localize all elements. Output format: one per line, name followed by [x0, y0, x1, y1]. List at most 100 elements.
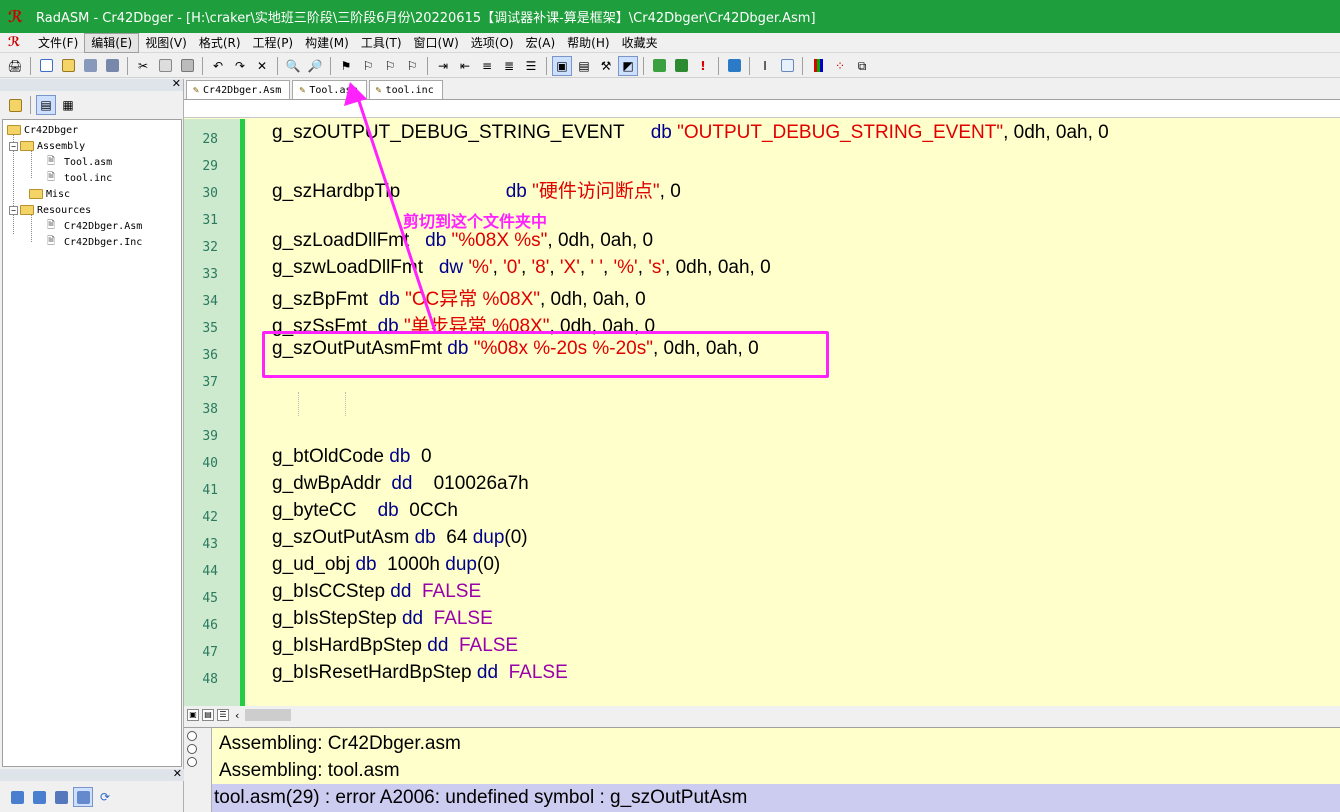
new-file-icon[interactable]: [36, 56, 56, 76]
code-line[interactable]: g_bIsResetHardBpStep dd FALSE: [272, 662, 568, 684]
color-bars-icon[interactable]: [808, 56, 828, 76]
code-line[interactable]: g_szLoadDllFmt db "%08X %s", 0dh, 0ah, 0: [272, 230, 653, 252]
output-error-row[interactable]: tool.asm(29) : error A2006: undefined sy…: [212, 784, 1340, 812]
outdent-icon[interactable]: ⇤: [455, 56, 475, 76]
tree-file[interactable]: 🗎 Cr42Dbger.Inc: [47, 234, 142, 250]
line-number: 41: [202, 483, 218, 498]
code-line[interactable]: g_szOutPutAsm db 64 dup(0): [272, 527, 528, 549]
menu-project[interactable]: 工程(P): [247, 34, 300, 52]
menu-view[interactable]: 视图(V): [139, 34, 193, 52]
convert-icon[interactable]: ☰: [521, 56, 541, 76]
tree-folder-assembly[interactable]: − Assembly: [9, 138, 85, 154]
open-folder-icon[interactable]: [5, 95, 25, 115]
bookmark-clear-icon[interactable]: ⚐: [402, 56, 422, 76]
redo-icon[interactable]: ↷: [230, 56, 250, 76]
output-view-icon[interactable]: ◩: [618, 55, 638, 76]
tab-cr42dbger-asm[interactable]: ✎ Cr42Dbger.Asm: [186, 80, 291, 99]
output-radio-3[interactable]: [187, 757, 197, 767]
project-tree-icon[interactable]: ▦: [58, 95, 78, 115]
bookmark-prev-icon[interactable]: ⚐: [380, 56, 400, 76]
code-line[interactable]: g_dwBpAddr dd 010026a7h: [272, 473, 529, 495]
code-line[interactable]: g_szwLoadDllFmt dw '%', '0', '8', 'X', '…: [272, 257, 771, 279]
build-icon[interactable]: [671, 56, 691, 76]
close-icon[interactable]: ✕: [172, 77, 181, 90]
open-file-icon[interactable]: [58, 56, 78, 76]
paste-icon[interactable]: [177, 56, 197, 76]
tree-file[interactable]: 🗎 tool.inc: [47, 170, 112, 186]
code-line[interactable]: g_bIsStepStep dd FALSE: [272, 608, 493, 630]
comment-icon[interactable]: ≡: [477, 56, 497, 76]
go-icon[interactable]: [724, 56, 744, 76]
code-line[interactable]: g_bIsCCStep dd FALSE: [272, 581, 481, 603]
code-line[interactable]: g_byteCC db 0CCh: [272, 500, 458, 522]
tree-folder-misc[interactable]: Misc: [29, 186, 70, 202]
code-line[interactable]: g_szBpFmt db "CC异常 %08X", 0dh, 0ah, 0: [272, 284, 646, 311]
tree-file[interactable]: 🗎 Tool.asm: [47, 154, 112, 170]
undo-icon[interactable]: ↶: [208, 56, 228, 76]
menu-window[interactable]: 窗口(W): [408, 34, 465, 52]
refresh-icon[interactable]: ⟳: [95, 787, 115, 807]
tree-root[interactable]: Cr42Dbger: [7, 122, 78, 138]
properties-icon[interactable]: [7, 787, 27, 807]
collapse-icon[interactable]: −: [9, 141, 18, 151]
menu-macro[interactable]: 宏(A): [520, 34, 562, 52]
save-icon[interactable]: [80, 56, 100, 76]
code-editor[interactable]: g_szOUTPUT_DEBUG_STRING_EVENT db "OUTPUT…: [184, 99, 1340, 706]
tab-tool-asm[interactable]: ✎ Tool.asm: [292, 80, 367, 99]
save-all-icon[interactable]: [102, 56, 122, 76]
find-next-icon[interactable]: 🔎: [305, 56, 325, 76]
output-icon[interactable]: [29, 787, 49, 807]
menu-format[interactable]: 格式(R): [193, 34, 247, 52]
tools-icon[interactable]: ⚒: [596, 56, 616, 76]
tree-folder-resources[interactable]: − Resources: [9, 202, 91, 218]
tree-file[interactable]: 🗎 Cr42Dbger.Asm: [47, 218, 142, 234]
copy-icon[interactable]: [155, 56, 175, 76]
delete-icon[interactable]: ✕: [252, 56, 272, 76]
debug-icon[interactable]: [51, 787, 71, 807]
dialog-icon[interactable]: ⧉: [852, 56, 872, 76]
collapse-icon[interactable]: −: [9, 205, 18, 215]
output-radio-2[interactable]: [187, 744, 197, 754]
symbol-name: g_byteCC: [272, 500, 378, 521]
code-line[interactable]: g_btOldCode db 0: [272, 446, 432, 468]
bookmark-next-icon[interactable]: ⚐: [358, 56, 378, 76]
print-icon[interactable]: 🖨: [5, 56, 25, 76]
menu-options[interactable]: 选项(O): [465, 34, 520, 52]
assemble-icon[interactable]: [649, 56, 669, 76]
indent-icon[interactable]: ⇥: [433, 56, 453, 76]
horizontal-scrollbar-thumb[interactable]: [245, 709, 292, 721]
code-line[interactable]: g_bIsHardBpStep dd FALSE: [272, 635, 518, 657]
split-view-icon[interactable]: ▤: [202, 709, 214, 721]
color-dots-icon[interactable]: ⁘: [830, 56, 850, 76]
bookmark-toggle-icon[interactable]: ⚑: [336, 56, 356, 76]
menu-tools[interactable]: 工具(T): [355, 34, 408, 52]
window-icon[interactable]: [73, 787, 93, 807]
cut-icon[interactable]: ✂: [133, 56, 153, 76]
output-radio-1[interactable]: [187, 731, 197, 741]
code-line[interactable]: g_szHardbpTip db "硬件访问断点", 0: [272, 176, 681, 203]
uncomment-icon[interactable]: ≣: [499, 56, 519, 76]
notepad-icon[interactable]: [777, 56, 797, 76]
list-view-icon[interactable]: ☰: [217, 709, 229, 721]
project-view-icon[interactable]: ▣: [552, 55, 572, 76]
close-icon[interactable]: ✕: [173, 767, 182, 780]
tab-tool-inc[interactable]: ✎ tool.inc: [368, 80, 443, 99]
menu-help[interactable]: 帮助(H): [561, 34, 615, 52]
scroll-left-icon[interactable]: ‹: [235, 709, 239, 722]
find-icon[interactable]: 🔍: [283, 56, 303, 76]
string-literal: '%': [613, 257, 638, 278]
code-token: ,: [492, 257, 504, 278]
menu-edit[interactable]: 编辑(E): [84, 32, 140, 53]
app-menu-icon[interactable]: ℛ: [8, 35, 24, 51]
code-line[interactable]: g_szOUTPUT_DEBUG_STRING_EVENT db "OUTPUT…: [272, 122, 1109, 144]
symbol-name: g_szwLoadDllFmt: [272, 257, 439, 278]
menu-build[interactable]: 构建(M): [299, 34, 355, 52]
menu-file[interactable]: 文件(F): [32, 34, 84, 52]
properties-view-icon[interactable]: ▤: [574, 56, 594, 76]
text-cursor-icon[interactable]: I: [755, 56, 775, 76]
menu-favorites[interactable]: 收藏夹: [616, 34, 664, 52]
run-icon[interactable]: !: [693, 56, 713, 76]
code-line[interactable]: g_ud_obj db 1000h dup(0): [272, 554, 500, 576]
file-view-icon[interactable]: ▤: [36, 95, 56, 115]
view-mode-icon[interactable]: ▣: [187, 709, 199, 721]
